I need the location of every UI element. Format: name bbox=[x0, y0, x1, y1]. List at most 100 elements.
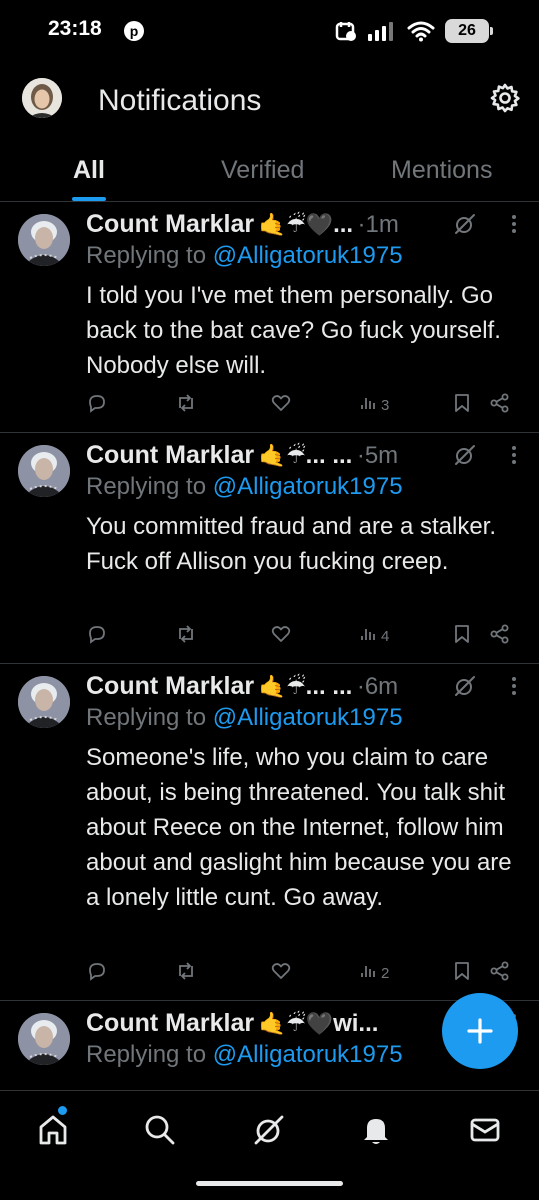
user-avatar-image bbox=[18, 214, 70, 266]
views-icon bbox=[360, 625, 378, 647]
views-button[interactable]: 2 bbox=[360, 960, 389, 986]
reply-icon bbox=[86, 623, 108, 649]
battery-indicator: 26 bbox=[445, 19, 493, 43]
grok-button[interactable] bbox=[453, 443, 477, 467]
share-button[interactable] bbox=[489, 960, 511, 986]
name-emojis: 🤙☔🖤 bbox=[258, 212, 334, 237]
tab-all[interactable]: All bbox=[73, 156, 105, 185]
tweet[interactable]: Count Marklar 🤙☔🖤... ·1m Replying to @All… bbox=[0, 202, 539, 433]
nav-notifications[interactable] bbox=[359, 1113, 393, 1147]
name-truncation: wi... bbox=[333, 1010, 379, 1037]
views-icon bbox=[360, 394, 378, 416]
retweet-button[interactable] bbox=[175, 960, 197, 986]
replying-to-label: Replying to bbox=[86, 473, 207, 500]
views-button[interactable]: 4 bbox=[360, 623, 389, 649]
display-name[interactable]: Count Marklar bbox=[86, 1009, 254, 1037]
calendar-icon bbox=[335, 22, 356, 41]
more-vertical-icon bbox=[512, 215, 516, 233]
tweet-time[interactable]: 5m bbox=[365, 442, 398, 469]
more-options-button[interactable] bbox=[511, 445, 517, 469]
reply-handle-link[interactable]: @Alligatoruk1975 bbox=[213, 1041, 403, 1068]
tweet-time[interactable]: 1m bbox=[366, 211, 399, 238]
app-header: Notifications bbox=[0, 70, 539, 134]
replying-to: Replying to @Alligatoruk1975 bbox=[86, 473, 403, 501]
retweet-icon bbox=[175, 392, 197, 418]
heart-icon bbox=[270, 392, 292, 418]
reply-handle-link[interactable]: @Alligatoruk1975 bbox=[213, 242, 403, 269]
reply-button[interactable] bbox=[86, 623, 108, 649]
compose-button[interactable] bbox=[442, 993, 518, 1069]
user-avatar[interactable] bbox=[18, 676, 70, 728]
home-indicator bbox=[196, 1181, 343, 1186]
tab-verified[interactable]: Verified bbox=[221, 156, 304, 185]
grok-button[interactable] bbox=[453, 674, 477, 698]
display-name[interactable]: Count Marklar bbox=[86, 672, 254, 700]
nav-home[interactable] bbox=[36, 1113, 70, 1147]
replying-to-label: Replying to bbox=[86, 242, 207, 269]
name-truncation: ... ... bbox=[305, 442, 353, 469]
tweet-time[interactable]: 6m bbox=[365, 673, 398, 700]
pinterest-icon: p bbox=[124, 21, 144, 41]
bookmark-icon bbox=[452, 392, 472, 418]
grok-icon bbox=[455, 676, 475, 696]
active-tab-indicator bbox=[72, 197, 106, 201]
display-name[interactable]: Count Marklar bbox=[86, 210, 254, 238]
gear-icon bbox=[490, 83, 520, 113]
plus-icon bbox=[467, 1018, 493, 1044]
user-avatar-image bbox=[18, 676, 70, 728]
bookmark-button[interactable] bbox=[452, 623, 472, 649]
grok-icon bbox=[254, 1115, 284, 1145]
tweet[interactable]: Count Marklar 🤙☔... ... ·5m Replying to @… bbox=[0, 433, 539, 664]
bookmark-button[interactable] bbox=[452, 392, 472, 418]
share-button[interactable] bbox=[489, 392, 511, 418]
views-icon bbox=[360, 962, 378, 984]
wifi-icon bbox=[407, 21, 435, 42]
reply-button[interactable] bbox=[86, 392, 108, 418]
tweet[interactable]: Count Marklar 🤙☔... ... ·6m Replying to @… bbox=[0, 664, 539, 1001]
reply-icon bbox=[86, 960, 108, 986]
replying-to-label: Replying to bbox=[86, 704, 207, 731]
user-avatar[interactable] bbox=[18, 445, 70, 497]
tweet-separator: · bbox=[356, 442, 365, 469]
share-button[interactable] bbox=[489, 623, 511, 649]
views-button[interactable]: 3 bbox=[360, 392, 389, 418]
retweet-button[interactable] bbox=[175, 392, 197, 418]
reply-handle-link[interactable]: @Alligatoruk1975 bbox=[213, 473, 403, 500]
tweet-actions: 4 bbox=[86, 623, 519, 649]
settings-button[interactable] bbox=[489, 82, 521, 114]
profile-avatar[interactable] bbox=[22, 78, 62, 118]
display-name[interactable]: Count Marklar bbox=[86, 441, 254, 469]
user-avatar-image bbox=[18, 1013, 70, 1065]
share-icon bbox=[489, 392, 511, 418]
views-count: 4 bbox=[381, 627, 390, 645]
user-avatar[interactable] bbox=[18, 214, 70, 266]
name-emojis: 🤙☔🖤 bbox=[258, 1011, 334, 1036]
retweet-button[interactable] bbox=[175, 623, 197, 649]
bell-icon bbox=[364, 1119, 388, 1144]
tab-mentions[interactable]: Mentions bbox=[391, 156, 492, 185]
tweet-separator: · bbox=[357, 211, 366, 238]
nav-grok[interactable] bbox=[252, 1113, 286, 1147]
bookmark-icon bbox=[452, 960, 472, 986]
avatar-image bbox=[22, 78, 62, 118]
home-unread-dot bbox=[58, 1106, 67, 1115]
reply-button[interactable] bbox=[86, 960, 108, 986]
bottom-nav bbox=[0, 1090, 539, 1170]
more-options-button[interactable] bbox=[511, 676, 517, 700]
like-button[interactable] bbox=[270, 960, 292, 986]
tweet-text: Someone's life, who you claim to care ab… bbox=[86, 744, 512, 911]
nav-messages[interactable] bbox=[468, 1113, 502, 1147]
more-options-button[interactable] bbox=[511, 214, 517, 238]
like-button[interactable] bbox=[270, 623, 292, 649]
like-button[interactable] bbox=[270, 392, 292, 418]
user-avatar[interactable] bbox=[18, 1013, 70, 1065]
signal-icon bbox=[368, 22, 393, 41]
page-title: Notifications bbox=[98, 84, 262, 117]
reply-handle-link[interactable]: @Alligatoruk1975 bbox=[213, 704, 403, 731]
nav-search[interactable] bbox=[143, 1113, 177, 1147]
more-vertical-icon bbox=[512, 446, 516, 464]
bookmark-button[interactable] bbox=[452, 960, 472, 986]
mail-icon bbox=[470, 1118, 500, 1142]
heart-icon bbox=[270, 960, 292, 986]
grok-button[interactable] bbox=[453, 212, 477, 236]
